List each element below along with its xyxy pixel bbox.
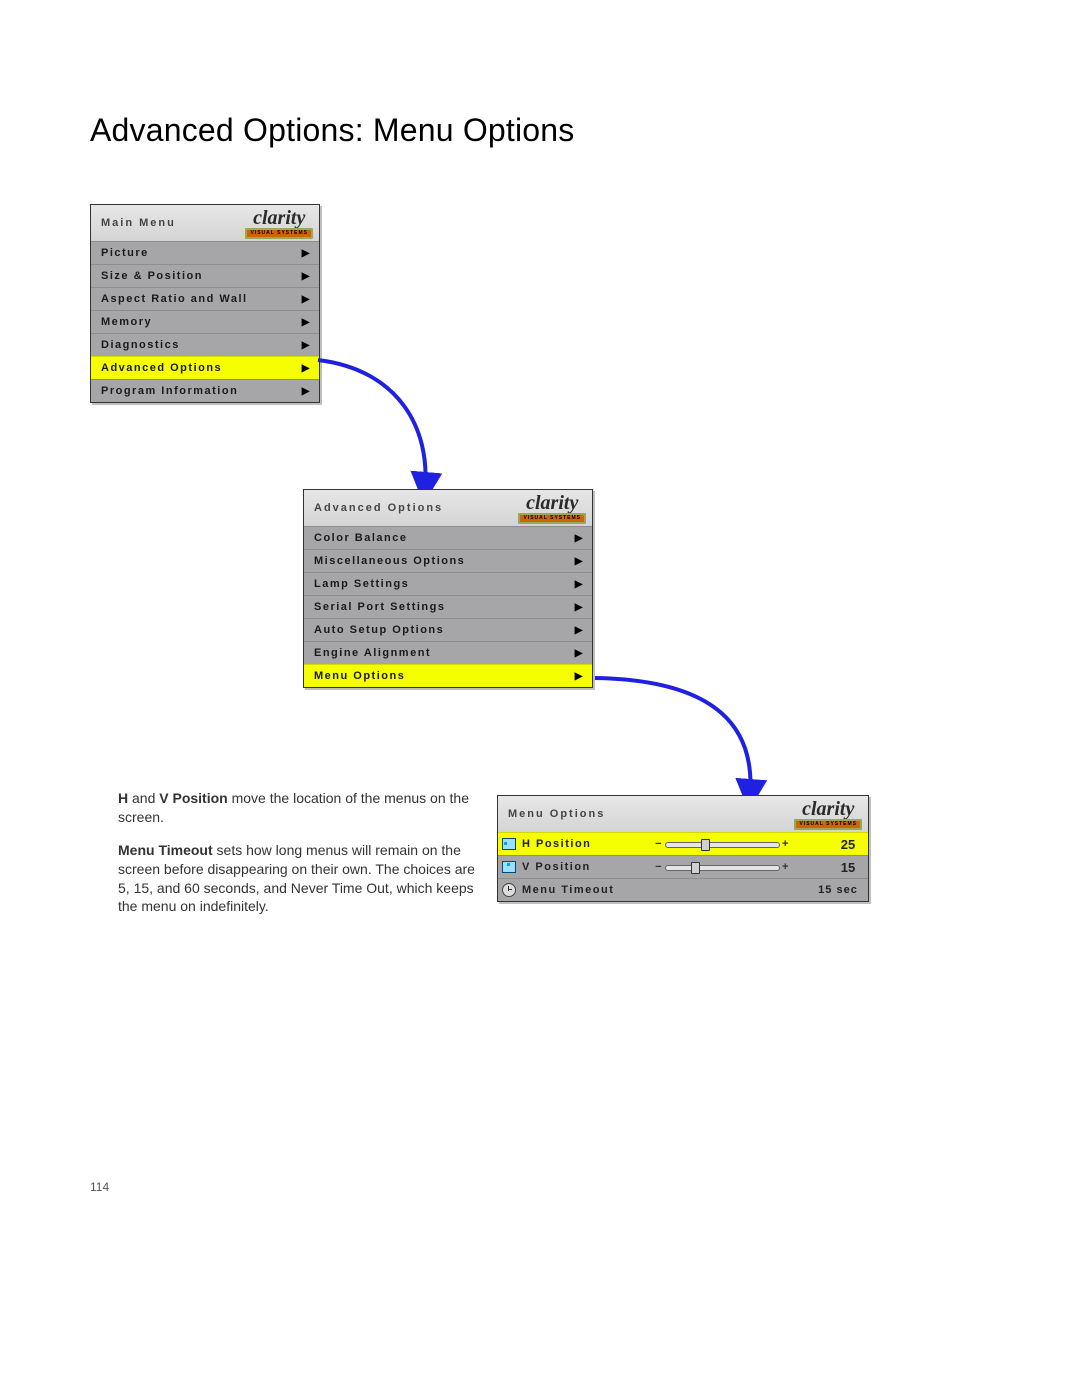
menu-options-panel: Menu Options clarity VISUAL SYSTEMS H Po… xyxy=(497,795,869,902)
label: Advanced Options xyxy=(101,362,222,374)
label: Auto Setup Options xyxy=(314,624,444,636)
chevron-right-icon: ▶ xyxy=(575,556,584,567)
label: H Position xyxy=(520,838,617,850)
chevron-right-icon: ▶ xyxy=(302,294,311,305)
minus-icon[interactable]: − xyxy=(655,861,663,873)
clarity-logo: clarity VISUAL SYSTEMS xyxy=(245,208,313,239)
page-number: 114 xyxy=(90,1180,109,1194)
label: Diagnostics xyxy=(101,339,180,351)
clarity-logo: clarity VISUAL SYSTEMS xyxy=(794,799,862,830)
advanced-options-panel: Advanced Options clarity VISUAL SYSTEMS … xyxy=(303,489,593,688)
main-menu-panel: Main Menu clarity VISUAL SYSTEMS Picture… xyxy=(90,204,320,403)
plus-icon[interactable]: + xyxy=(782,861,790,873)
h-position-value: 25 xyxy=(828,837,868,852)
chevron-right-icon: ▶ xyxy=(302,248,311,259)
menu-timeout-value: 15 sec xyxy=(808,884,868,896)
main-menu-header: Main Menu clarity VISUAL SYSTEMS xyxy=(91,205,319,241)
chevron-right-icon: ▶ xyxy=(302,340,311,351)
menuitem-aspect-ratio[interactable]: Aspect Ratio and Wall ▶ xyxy=(91,287,319,310)
bold-menu-timeout: Menu Timeout xyxy=(118,842,213,858)
t: and xyxy=(128,790,159,806)
chevron-right-icon: ▶ xyxy=(575,648,584,659)
advitem-engine-alignment[interactable]: Engine Alignment ▶ xyxy=(304,641,592,664)
clock-icon xyxy=(502,883,516,897)
menu-options-header: Menu Options clarity VISUAL SYSTEMS xyxy=(498,796,868,832)
advitem-lamp-settings[interactable]: Lamp Settings ▶ xyxy=(304,572,592,595)
page-title: Advanced Options: Menu Options xyxy=(90,112,575,149)
menuitem-memory[interactable]: Memory ▶ xyxy=(91,310,319,333)
slider-thumb[interactable] xyxy=(701,839,710,851)
label: Serial Port Settings xyxy=(314,601,445,613)
label: Menu Timeout xyxy=(520,884,617,896)
slider-thumb[interactable] xyxy=(691,862,700,874)
label: Lamp Settings xyxy=(314,578,409,590)
label: V Position xyxy=(520,861,617,873)
label: Color Balance xyxy=(314,532,407,544)
logo-bar: VISUAL SYSTEMS xyxy=(794,819,862,830)
menuitem-picture[interactable]: Picture ▶ xyxy=(91,241,319,264)
h-position-slider[interactable] xyxy=(665,839,780,849)
advitem-serial-port[interactable]: Serial Port Settings ▶ xyxy=(304,595,592,618)
label: Size & Position xyxy=(101,270,203,282)
label: Menu Options xyxy=(314,670,405,682)
flow-arrow-2 xyxy=(590,670,770,810)
logo-bar: VISUAL SYSTEMS xyxy=(245,228,313,239)
advitem-misc-options[interactable]: Miscellaneous Options ▶ xyxy=(304,549,592,572)
bold-vposition: V Position xyxy=(159,790,227,806)
logo-word: clarity xyxy=(526,493,578,513)
chevron-right-icon: ▶ xyxy=(302,317,311,328)
minus-icon[interactable]: − xyxy=(655,838,663,850)
flow-arrow-1 xyxy=(310,350,450,500)
menuitem-diagnostics[interactable]: Diagnostics ▶ xyxy=(91,333,319,356)
chevron-right-icon: ▶ xyxy=(575,671,584,682)
logo-bar: VISUAL SYSTEMS xyxy=(518,513,586,524)
chevron-right-icon: ▶ xyxy=(575,602,584,613)
row-menu-timeout[interactable]: Menu Timeout 15 sec xyxy=(498,878,868,901)
row-v-position[interactable]: V Position − + 15 xyxy=(498,855,868,878)
v-position-icon xyxy=(502,861,516,873)
logo-word: clarity xyxy=(802,799,854,819)
label: Miscellaneous Options xyxy=(314,555,465,567)
main-menu-title: Main Menu xyxy=(101,217,176,229)
label: Memory xyxy=(101,316,152,328)
menuitem-advanced-options[interactable]: Advanced Options ▶ xyxy=(91,356,319,379)
clarity-logo: clarity VISUAL SYSTEMS xyxy=(518,493,586,524)
label: Program Information xyxy=(101,385,238,397)
plus-icon[interactable]: + xyxy=(782,838,790,850)
menuitem-size-position[interactable]: Size & Position ▶ xyxy=(91,264,319,287)
advitem-menu-options[interactable]: Menu Options ▶ xyxy=(304,664,592,687)
advitem-auto-setup[interactable]: Auto Setup Options ▶ xyxy=(304,618,592,641)
advitem-color-balance[interactable]: Color Balance ▶ xyxy=(304,526,592,549)
chevron-right-icon: ▶ xyxy=(302,271,311,282)
row-h-position[interactable]: H Position − + 25 xyxy=(498,832,868,855)
chevron-right-icon: ▶ xyxy=(575,579,584,590)
label: Engine Alignment xyxy=(314,647,431,659)
label: Picture xyxy=(101,247,149,259)
h-position-icon xyxy=(502,838,516,850)
v-position-slider[interactable] xyxy=(665,862,780,872)
bold-h: H xyxy=(118,790,128,806)
logo-word: clarity xyxy=(253,208,305,228)
menuitem-program-info[interactable]: Program Information ▶ xyxy=(91,379,319,402)
advanced-options-title: Advanced Options xyxy=(314,502,443,514)
chevron-right-icon: ▶ xyxy=(302,386,311,397)
chevron-right-icon: ▶ xyxy=(575,625,584,636)
chevron-right-icon: ▶ xyxy=(302,363,311,374)
menu-options-title: Menu Options xyxy=(508,808,605,820)
description-text: H and V Position move the location of th… xyxy=(118,789,478,930)
chevron-right-icon: ▶ xyxy=(575,533,584,544)
advanced-options-header: Advanced Options clarity VISUAL SYSTEMS xyxy=(304,490,592,526)
v-position-value: 15 xyxy=(828,860,868,875)
label: Aspect Ratio and Wall xyxy=(101,293,248,305)
